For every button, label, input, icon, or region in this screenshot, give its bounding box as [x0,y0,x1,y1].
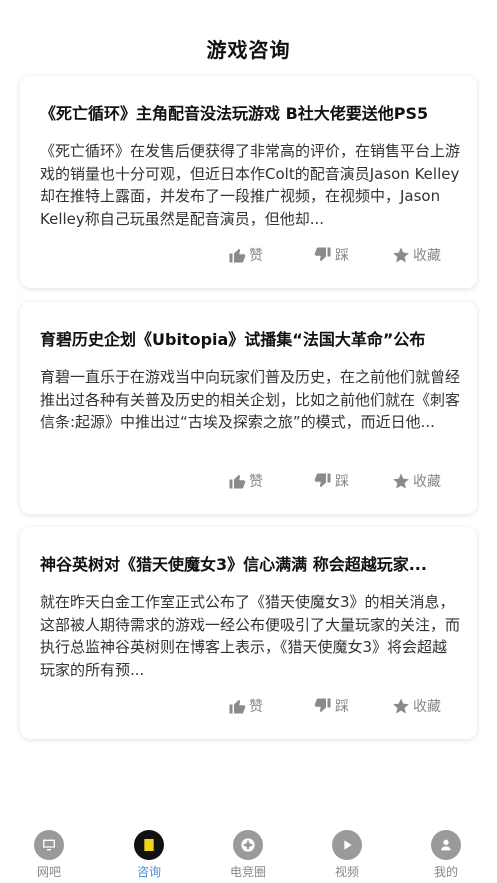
tab-label: 咨询 [136,865,161,879]
thumbs-up-icon [229,475,246,489]
article-actions: 赞 踩 收藏 [20,470,477,492]
aperture-icon [233,830,263,860]
tab-label: 我的 [433,865,458,879]
tab-label: 电竞圈 [229,865,266,879]
thumbs-up-icon [229,700,246,714]
favorite-label: 收藏 [413,248,441,264]
thumbs-up-icon [229,249,246,263]
tab-zixun[interactable]: 咨询 [114,830,184,882]
like-button[interactable]: 赞 [228,244,263,266]
play-icon [332,830,362,860]
monitor-icon [34,830,64,860]
article-title[interactable]: 育碧历史企划《Ubitopia》试播集“法国大革命”公布 [40,326,460,350]
tab-label: 视频 [334,865,359,879]
dislike-label: 踩 [335,699,349,715]
article-title[interactable]: 《死亡循环》主角配音没法玩游戏 B社大佬要送他PS5 [40,100,460,124]
star-icon [393,247,409,263]
tab-shipin[interactable]: 视频 [312,830,382,882]
article-summary: 《死亡循环》在发售后便获得了非常高的评价，在销售平台上游戏的销量也十分可观，但近… [40,142,461,228]
like-button[interactable]: 赞 [228,695,263,717]
favorite-label: 收藏 [413,474,441,490]
tab-wangba[interactable]: 网吧 [14,830,84,882]
favorite-button[interactable]: 收藏 [392,244,441,266]
favorite-button[interactable]: 收藏 [392,470,441,492]
article-title[interactable]: 神谷英树对《猎天使魔女3》信心满满 称会超越玩家... [40,551,460,575]
document-icon [134,830,164,860]
favorite-label: 收藏 [413,699,441,715]
bottom-tab-bar: 网吧 咨询 电竞圈 视频 我的 [0,820,497,883]
dislike-button[interactable]: 踩 [314,470,349,492]
article-actions: 赞 踩 收藏 [20,695,477,717]
tab-wode[interactable]: 我的 [411,830,481,882]
thumbs-down-icon [314,247,331,261]
article-card[interactable]: 《死亡循环》主角配音没法玩游戏 B社大佬要送他PS5 《死亡循环》在发售后便获得… [20,76,477,288]
dislike-button[interactable]: 踩 [314,244,349,266]
star-icon [393,473,409,489]
like-button[interactable]: 赞 [228,470,263,492]
star-icon [393,698,409,714]
article-actions: 赞 踩 收藏 [20,244,477,266]
dislike-label: 踩 [335,248,349,264]
dislike-label: 踩 [335,474,349,490]
article-summary: 育碧一直乐于在游戏当中向玩家们普及历史，在之前他们就曾经推出过各种有关普及历史的… [40,368,461,431]
tab-label: 网吧 [36,865,61,879]
article-card[interactable]: 育碧历史企划《Ubitopia》试播集“法国大革命”公布 育碧一直乐于在游戏当中… [20,302,477,514]
article-card[interactable]: 神谷英树对《猎天使魔女3》信心满满 称会超越玩家... 就在昨天白金工作室正式公… [20,527,477,739]
thumbs-down-icon [314,698,331,712]
thumbs-down-icon [314,473,331,487]
user-icon [431,830,461,860]
like-label: 赞 [249,248,263,264]
article-summary: 就在昨天白金工作室正式公布了《猎天使魔女3》的相关消息，这部被人期待需求的游戏一… [40,593,461,679]
like-label: 赞 [249,699,263,715]
page-title: 游戏咨询 [206,38,291,62]
like-label: 赞 [249,474,263,490]
dislike-button[interactable]: 踩 [314,695,349,717]
favorite-button[interactable]: 收藏 [392,695,441,717]
tab-dianjingquan[interactable]: 电竞圈 [213,830,283,882]
